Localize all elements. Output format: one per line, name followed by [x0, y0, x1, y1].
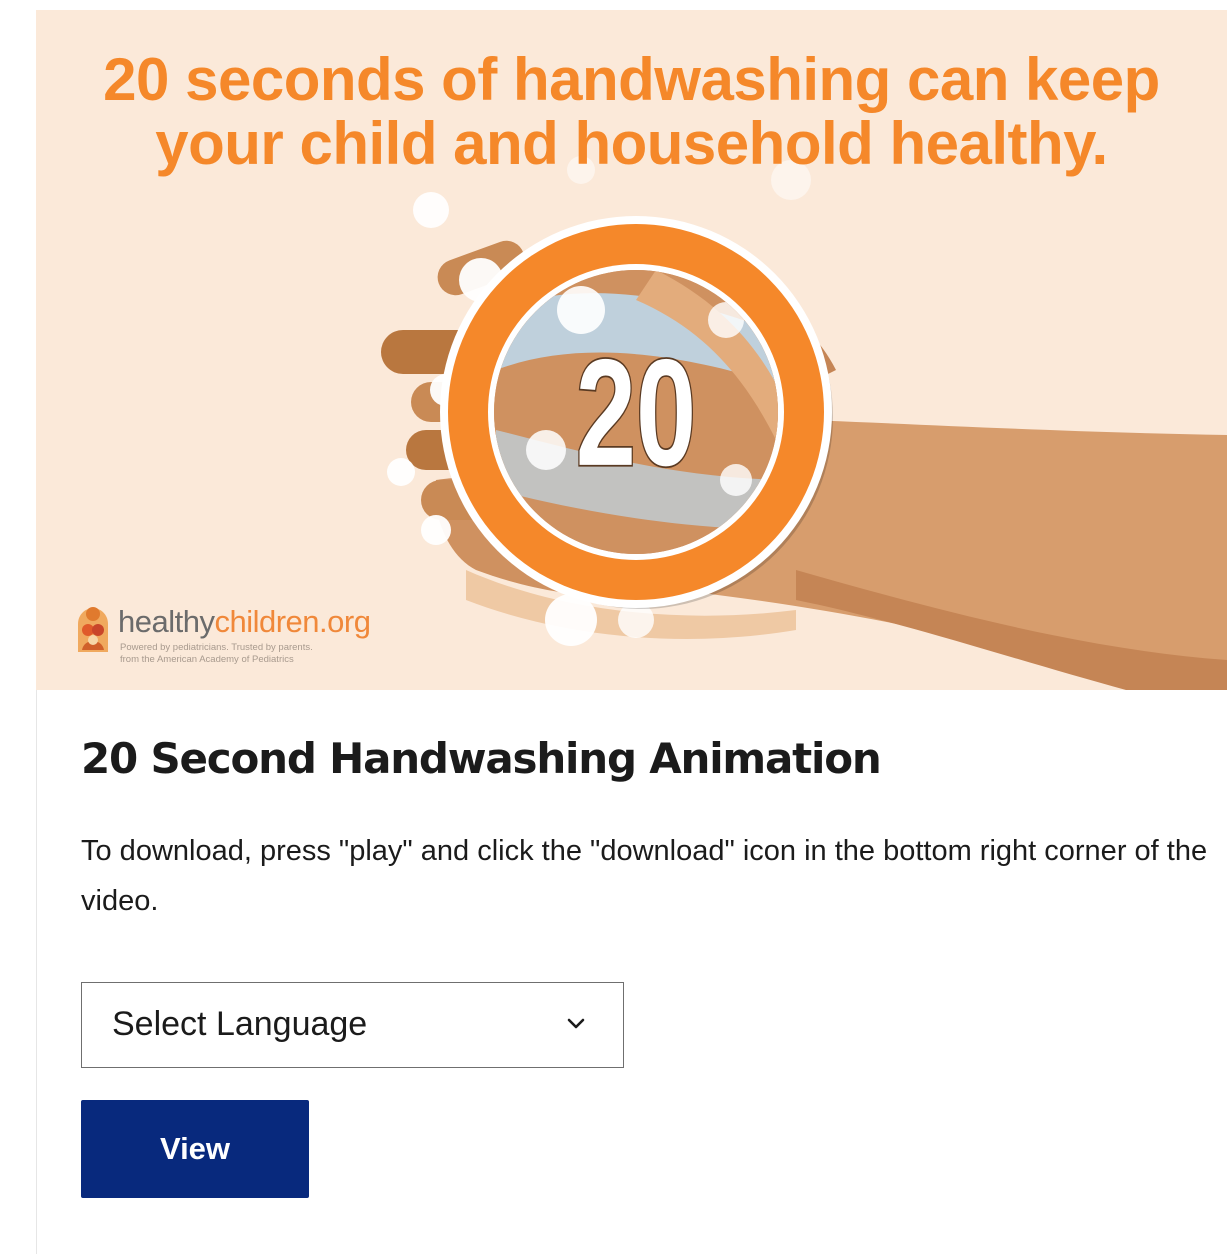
- language-select-label: Select Language: [112, 1005, 368, 1043]
- logo-tagline-1: Powered by pediatricians. Trusted by par…: [120, 642, 313, 653]
- family-logo-icon: [78, 607, 108, 652]
- language-select[interactable]: Select Language: [81, 982, 624, 1068]
- logo-wordmark: healthychildren.org: [118, 604, 371, 640]
- card-left-border: [36, 690, 37, 1254]
- download-instructions: To download, press "play" and click the …: [81, 835, 1208, 917]
- healthychildren-logo: healthychildren.org Powered by pediatric…: [74, 602, 434, 666]
- video-thumbnail[interactable]: 20 seconds of handwashing can keep your …: [36, 10, 1227, 690]
- logo-word-healthy: healthy: [118, 604, 215, 639]
- chevron-down-icon: [567, 1018, 585, 1029]
- timer-number: 20: [574, 326, 697, 498]
- logo-tagline-2: from the American Academy of Pediatrics: [120, 654, 294, 665]
- video-title: 20 Second Handwashing Animation: [81, 734, 882, 783]
- logo-tagline: Powered by pediatricians. Trusted by par…: [120, 642, 420, 666]
- timer-number-text: 20: [576, 328, 696, 497]
- view-button[interactable]: View: [81, 1100, 309, 1198]
- logo-word-children: children.org: [214, 604, 371, 639]
